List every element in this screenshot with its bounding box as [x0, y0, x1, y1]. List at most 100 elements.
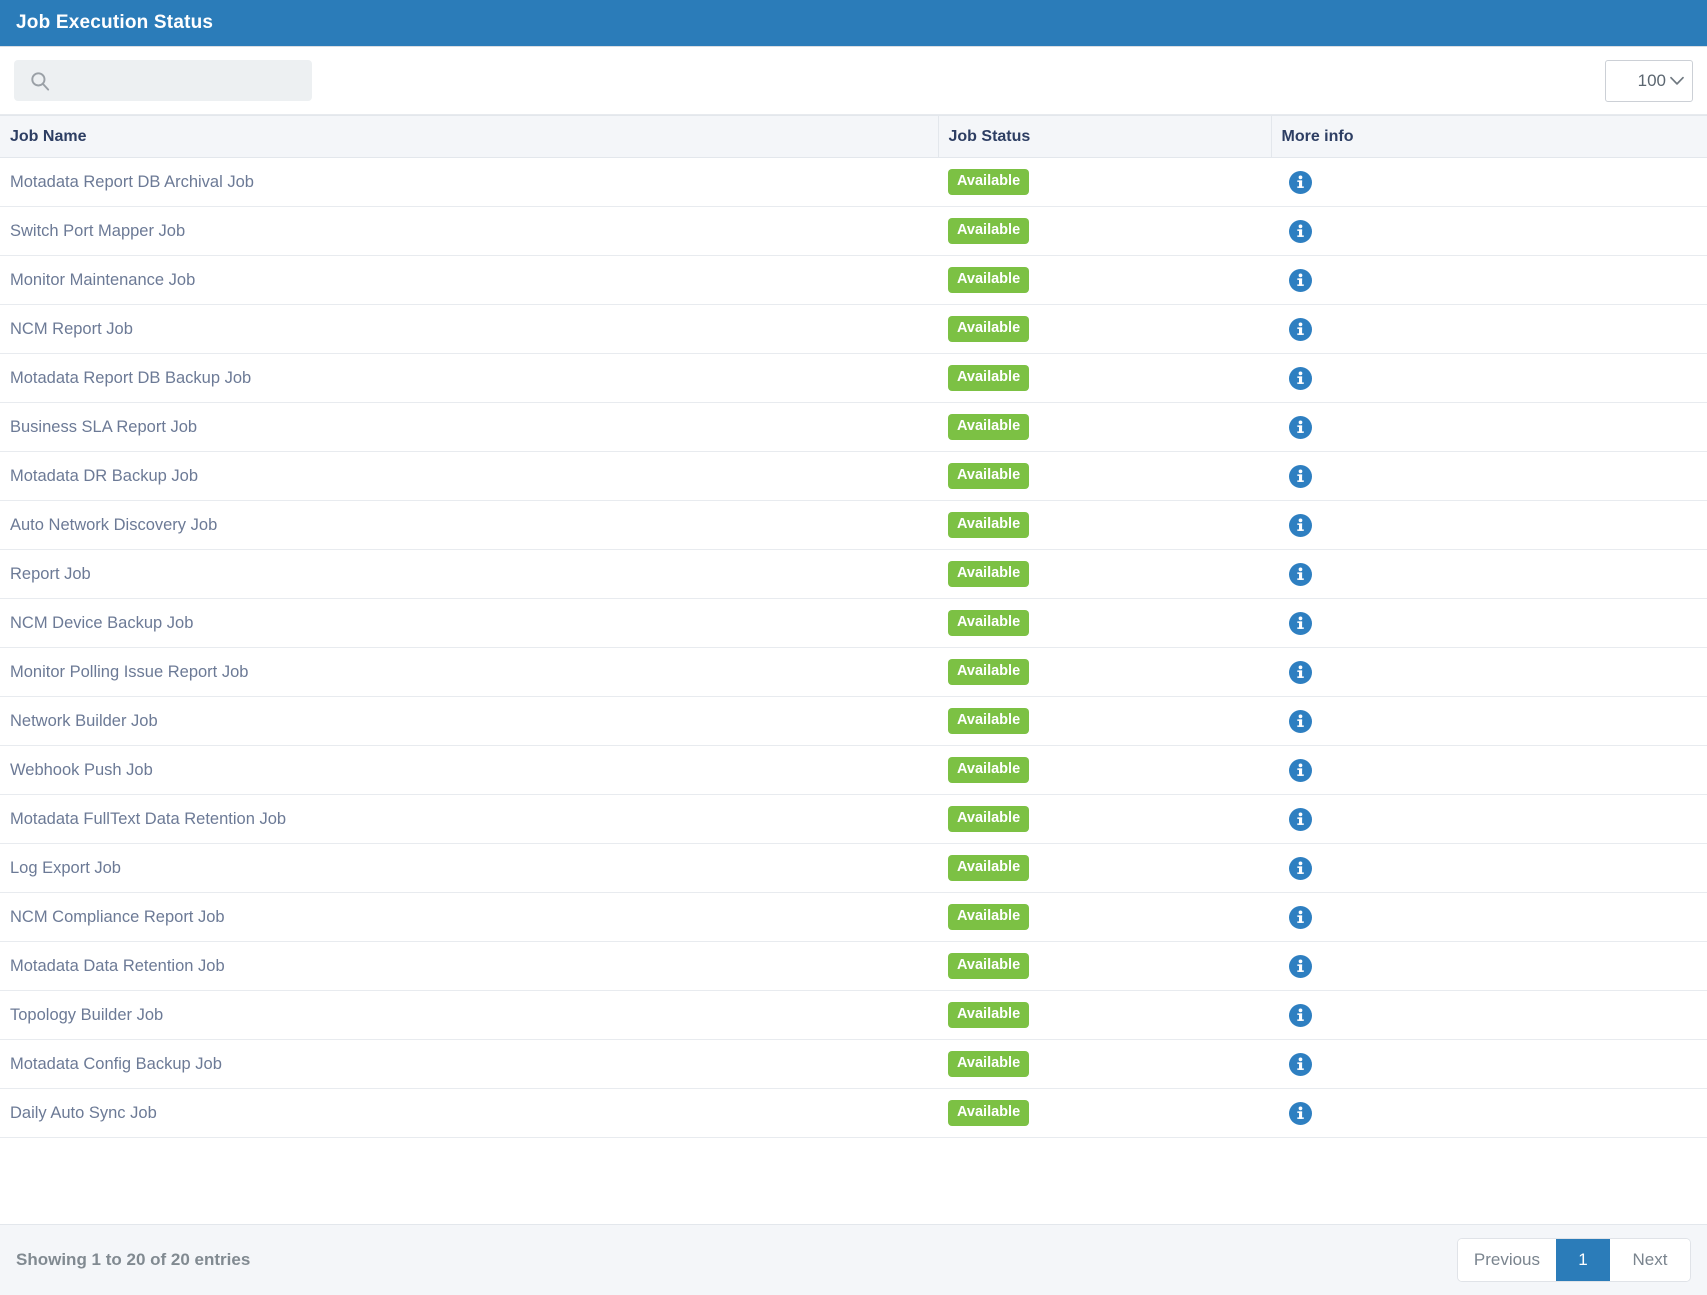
info-circle-icon[interactable]	[1288, 366, 1313, 391]
info-circle-icon[interactable]	[1288, 758, 1313, 783]
cell-job-status: Available	[938, 990, 1271, 1040]
job-name-label: NCM Device Backup Job	[10, 613, 194, 632]
table-toolbar: 102550100	[0, 47, 1707, 115]
cell-more-info	[1271, 745, 1707, 795]
info-circle-icon[interactable]	[1288, 1003, 1313, 1028]
cell-job-status: Available	[938, 794, 1271, 844]
job-name-label: Webhook Push Job	[10, 760, 153, 779]
cell-job-status: Available	[938, 206, 1271, 256]
cell-job-name: Motadata Report DB Archival Job	[0, 157, 938, 207]
search-input[interactable]	[14, 60, 312, 101]
info-circle-icon[interactable]	[1288, 1052, 1313, 1077]
cell-more-info	[1271, 696, 1707, 746]
page-length-select[interactable]: 102550100	[1605, 59, 1693, 102]
info-circle-icon[interactable]	[1288, 807, 1313, 832]
info-circle-icon[interactable]	[1288, 415, 1313, 440]
job-name-label: Motadata Report DB Archival Job	[10, 172, 254, 191]
job-name-label: Motadata DR Backup Job	[10, 466, 199, 485]
info-circle-icon[interactable]	[1288, 660, 1313, 685]
table-row: NCM Compliance Report Job Available	[0, 892, 1707, 942]
cell-job-name: Network Builder Job	[0, 696, 938, 746]
cell-job-status: Available	[938, 1039, 1271, 1089]
cell-more-info	[1271, 353, 1707, 403]
info-circle-icon[interactable]	[1288, 611, 1313, 636]
pagination-previous-button[interactable]: Previous	[1457, 1239, 1556, 1281]
cell-job-name: Monitor Maintenance Job	[0, 255, 938, 305]
job-name-label: NCM Compliance Report Job	[10, 907, 225, 926]
info-circle-icon[interactable]	[1288, 219, 1313, 244]
job-name-label: Business SLA Report Job	[10, 417, 198, 436]
cell-more-info	[1271, 1039, 1707, 1089]
table-row: Topology Builder Job Available	[0, 990, 1707, 1040]
job-name-label: Report Job	[10, 564, 91, 583]
status-badge: Available	[948, 1100, 1030, 1126]
cell-more-info	[1271, 1088, 1707, 1138]
cell-more-info	[1271, 843, 1707, 893]
status-badge: Available	[948, 659, 1030, 685]
info-circle-icon[interactable]	[1288, 562, 1313, 587]
info-circle-icon[interactable]	[1288, 513, 1313, 538]
cell-more-info	[1271, 549, 1707, 599]
job-name-label: Monitor Maintenance Job	[10, 270, 196, 289]
status-badge: Available	[948, 218, 1030, 244]
cell-more-info	[1271, 206, 1707, 256]
cell-more-info	[1271, 304, 1707, 354]
cell-more-info	[1271, 598, 1707, 648]
cell-job-name: Switch Port Mapper Job	[0, 206, 938, 256]
cell-job-name: Motadata DR Backup Job	[0, 451, 938, 501]
entries-info: Showing 1 to 20 of 20 entries	[16, 1250, 251, 1269]
cell-job-status: Available	[938, 892, 1271, 942]
table-row: Business SLA Report Job Available	[0, 402, 1707, 452]
info-circle-icon[interactable]	[1288, 905, 1313, 930]
search-container	[14, 60, 312, 101]
table-row: Monitor Polling Issue Report Job Availabl…	[0, 647, 1707, 697]
cell-more-info	[1271, 794, 1707, 844]
pagination-page-1-button[interactable]: 1	[1556, 1239, 1610, 1281]
table-header-row: Job Name Job Status More info	[0, 115, 1707, 158]
table-row: Auto Network Discovery Job Available	[0, 500, 1707, 550]
cell-job-name: Motadata Data Retention Job	[0, 941, 938, 991]
table-row: NCM Device Backup Job Available	[0, 598, 1707, 648]
info-circle-icon[interactable]	[1288, 856, 1313, 881]
info-circle-icon[interactable]	[1288, 709, 1313, 734]
cell-job-name: NCM Device Backup Job	[0, 598, 938, 648]
cell-job-status: Available	[938, 255, 1271, 305]
cell-more-info	[1271, 451, 1707, 501]
cell-job-status: Available	[938, 1088, 1271, 1138]
cell-job-status: Available	[938, 549, 1271, 599]
cell-job-name: Daily Auto Sync Job	[0, 1088, 938, 1138]
info-circle-icon[interactable]	[1288, 317, 1313, 342]
pagination-next-button[interactable]: Next	[1610, 1239, 1690, 1281]
table-row: Motadata FullText Data Retention Job Avai…	[0, 794, 1707, 844]
info-circle-icon[interactable]	[1288, 954, 1313, 979]
column-header-job-name[interactable]: Job Name	[0, 115, 938, 158]
table-row: Log Export Job Available	[0, 843, 1707, 893]
jobs-table: Job Name Job Status More info Motadata R…	[0, 115, 1707, 1138]
cell-job-name: Topology Builder Job	[0, 990, 938, 1040]
cell-job-status: Available	[938, 696, 1271, 746]
status-badge: Available	[948, 708, 1030, 734]
column-header-more-info[interactable]: More info	[1270, 115, 1707, 158]
info-circle-icon[interactable]	[1288, 170, 1313, 195]
pagination: Previous 1 Next	[1456, 1238, 1691, 1282]
table-row: Report Job Available	[0, 549, 1707, 599]
info-circle-icon[interactable]	[1288, 268, 1313, 293]
status-badge: Available	[948, 855, 1030, 881]
table-row: Switch Port Mapper Job Available	[0, 206, 1707, 256]
table-row: NCM Report Job Available	[0, 304, 1707, 354]
cell-more-info	[1271, 255, 1707, 305]
info-circle-icon[interactable]	[1288, 464, 1313, 489]
table-row: Motadata DR Backup Job Available	[0, 451, 1707, 501]
page-title: Job Execution Status	[16, 12, 214, 33]
status-badge: Available	[948, 1051, 1030, 1077]
job-name-label: Switch Port Mapper Job	[10, 221, 186, 240]
page-length-container: 102550100	[1605, 59, 1693, 102]
status-badge: Available	[948, 953, 1030, 979]
info-circle-icon[interactable]	[1288, 1101, 1313, 1126]
column-header-job-status[interactable]: Job Status	[937, 115, 1271, 158]
table-row: Webhook Push Job Available	[0, 745, 1707, 795]
cell-job-status: Available	[938, 451, 1271, 501]
cell-job-name: NCM Report Job	[0, 304, 938, 354]
cell-more-info	[1271, 157, 1707, 207]
job-name-label: Motadata Data Retention Job	[10, 956, 225, 975]
